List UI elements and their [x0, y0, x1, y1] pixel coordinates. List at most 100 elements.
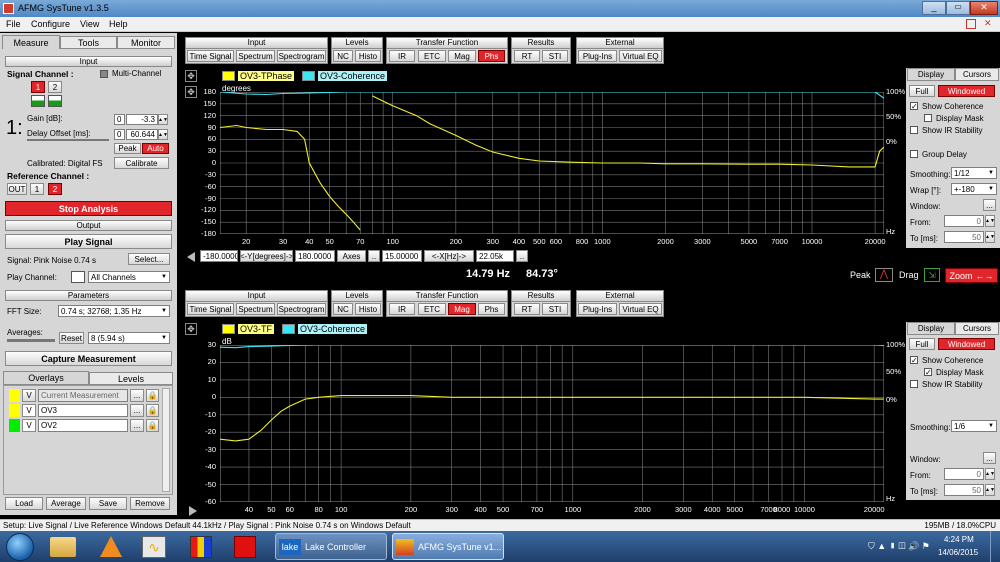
stop-analysis-button[interactable]: Stop Analysis — [5, 201, 172, 216]
clock-time[interactable]: 4:24 PM — [944, 535, 974, 544]
bottom-histo-button[interactable]: Histo — [355, 303, 381, 315]
top-phase-chart[interactable] — [220, 92, 884, 234]
fft-size-dropdown[interactable]: 0.74 s; 32768; 1.35 Hz — [58, 305, 170, 317]
overlay-lock-icon[interactable]: 🔒 — [146, 419, 159, 432]
signal-app-taskbar-icon[interactable]: ∿ — [142, 536, 166, 558]
top-show-coherence-checkbox[interactable]: ✓ — [910, 102, 918, 111]
calibrate-button[interactable]: Calibrate — [114, 157, 169, 169]
menu-view[interactable]: View — [80, 19, 99, 29]
tab-overlays[interactable]: Overlays — [3, 371, 89, 385]
averages-dropdown[interactable]: 8 (5.94 s) — [88, 332, 170, 344]
overlay-name-field[interactable]: Current Measurement — [38, 389, 128, 402]
tab-tools[interactable]: Tools — [60, 36, 117, 49]
delay-value-field[interactable]: 60.644 — [126, 129, 158, 140]
tab-levels[interactable]: Levels — [89, 372, 173, 385]
top-group-delay-checkbox[interactable] — [910, 150, 918, 158]
ir-button[interactable]: IR — [389, 50, 415, 62]
play-signal-button[interactable]: Play Signal — [5, 234, 172, 249]
overlay-options-button[interactable]: ... — [130, 389, 144, 402]
gain-left-field[interactable]: 0 — [114, 114, 125, 125]
reference-out-button[interactable]: OUT — [7, 183, 27, 195]
peak-icon[interactable]: ⋀ — [875, 268, 893, 282]
menu-close-icon[interactable]: ✕ — [984, 18, 992, 29]
overlay-row[interactable]: V OV3 ... 🔒 — [9, 404, 169, 417]
bottom-from-field[interactable]: 0 — [944, 468, 984, 480]
load-overlay-button[interactable]: Load — [5, 497, 43, 510]
bottom-etc-button[interactable]: ETC — [418, 303, 446, 315]
overlay-options-button[interactable]: ... — [130, 419, 144, 432]
bottom-window-options-button[interactable]: ... — [983, 452, 996, 464]
reset-averages-button[interactable]: Reset — [59, 332, 84, 344]
bottom-from-stepper[interactable]: ▲▼ — [985, 468, 995, 480]
bottom-magnitude-chart[interactable] — [220, 345, 884, 502]
play-channel-dropdown[interactable]: All Channels — [88, 271, 170, 283]
auto-button[interactable]: Auto — [142, 143, 169, 154]
bottom-ir-button[interactable]: IR — [389, 303, 415, 315]
drag-icon[interactable]: ⇲ — [924, 268, 940, 282]
rt-button[interactable]: RT — [514, 50, 540, 62]
reference-1-button[interactable]: 1 — [30, 183, 44, 195]
menu-file[interactable]: File — [6, 19, 21, 29]
close-button[interactable]: ✕ — [970, 1, 998, 15]
overlay-row[interactable]: V OV2 ... 🔒 — [9, 419, 169, 432]
x-axis-button[interactable]: <-X[Hz]-> — [424, 250, 474, 262]
bottom-tab-display[interactable]: Display — [907, 322, 955, 335]
bottom-display-mask-checkbox[interactable]: ✓ — [924, 368, 932, 377]
average-overlay-button[interactable]: Average — [46, 497, 86, 510]
overlays-scrollbar[interactable] — [162, 388, 170, 492]
delay-stepper[interactable]: ▲▼ — [158, 129, 168, 140]
etc-button[interactable]: ETC — [418, 50, 446, 62]
red-app-taskbar-icon[interactable] — [234, 536, 256, 558]
overlay-visibility-toggle[interactable]: V — [22, 404, 36, 417]
menu-restore-icon[interactable] — [966, 19, 976, 29]
top-full-button[interactable]: Full — [909, 85, 935, 97]
delay-slider[interactable] — [27, 139, 109, 141]
bottom-spectrogram-button[interactable]: Spectrogram — [277, 303, 326, 315]
bottom-scroll-right-icon[interactable] — [189, 506, 197, 516]
bottom-nc-button[interactable]: NC — [333, 303, 353, 315]
top-to-field[interactable]: 50 — [944, 231, 984, 243]
overlay-lock-icon[interactable]: 🔒 — [146, 389, 159, 402]
signal-channel-2-button[interactable]: 2 — [48, 81, 62, 93]
bottom-time-signal-button[interactable]: Time Signal — [187, 303, 234, 315]
vlc-taskbar-icon[interactable] — [100, 536, 122, 557]
bottom-full-button[interactable]: Full — [909, 338, 935, 350]
folder-taskbar-icon[interactable] — [50, 537, 76, 557]
overlay-name-field[interactable]: OV2 — [38, 419, 128, 432]
scroll-left-icon[interactable] — [187, 252, 195, 262]
top-move-handle-icon[interactable]: ✥ — [185, 70, 197, 82]
peak-button[interactable]: Peak — [114, 143, 141, 154]
overlay-visibility-toggle[interactable]: V — [22, 419, 36, 432]
top-smoothing-dropdown[interactable]: 1/12 — [951, 167, 997, 179]
overlay-lock-icon[interactable]: 🔒 — [146, 404, 159, 417]
top-wrap-dropdown[interactable]: +-180 — [951, 183, 997, 195]
bottom-mag-button[interactable]: Mag — [448, 303, 476, 315]
bottom-phs-button[interactable]: Phs — [478, 303, 505, 315]
spectrum-button[interactable]: Spectrum — [236, 50, 275, 62]
overlay-name-field[interactable]: OV3 — [38, 404, 128, 417]
bottom-show-ir-checkbox[interactable] — [910, 380, 918, 388]
phs-button[interactable]: Phs — [478, 50, 505, 62]
gain-value-field[interactable]: -3.3 — [126, 114, 158, 125]
menu-configure[interactable]: Configure — [31, 19, 70, 29]
mag-button[interactable]: Mag — [448, 50, 476, 62]
color-app-taskbar-icon[interactable] — [190, 536, 212, 558]
show-desktop-button[interactable] — [990, 531, 1000, 562]
top-show-ir-checkbox[interactable] — [910, 126, 918, 134]
top-window-options-button[interactable]: ... — [983, 199, 996, 211]
top-tab-display[interactable]: Display — [907, 68, 955, 81]
sti-button[interactable]: STI — [542, 50, 568, 62]
signal-channel-1-button[interactable]: 1 — [31, 81, 45, 93]
overlay-row[interactable]: V Current Measurement ... 🔒 — [9, 389, 169, 402]
tab-monitor[interactable]: Monitor — [117, 36, 175, 49]
save-overlay-button[interactable]: Save — [89, 497, 127, 510]
overlay-options-button[interactable]: ... — [130, 404, 144, 417]
bottom-windowed-button[interactable]: Windowed — [938, 338, 995, 350]
virtual-eq-button[interactable]: Virtual EQ — [619, 50, 662, 62]
menu-help[interactable]: Help — [109, 19, 128, 29]
maximize-button[interactable]: ▭ — [946, 1, 970, 15]
spectrogram-button[interactable]: Spectrogram — [277, 50, 326, 62]
gain-stepper[interactable]: ▲▼ — [158, 114, 168, 125]
time-signal-button[interactable]: Time Signal — [187, 50, 234, 62]
bottom-virtual-eq-button[interactable]: Virtual EQ — [619, 303, 662, 315]
